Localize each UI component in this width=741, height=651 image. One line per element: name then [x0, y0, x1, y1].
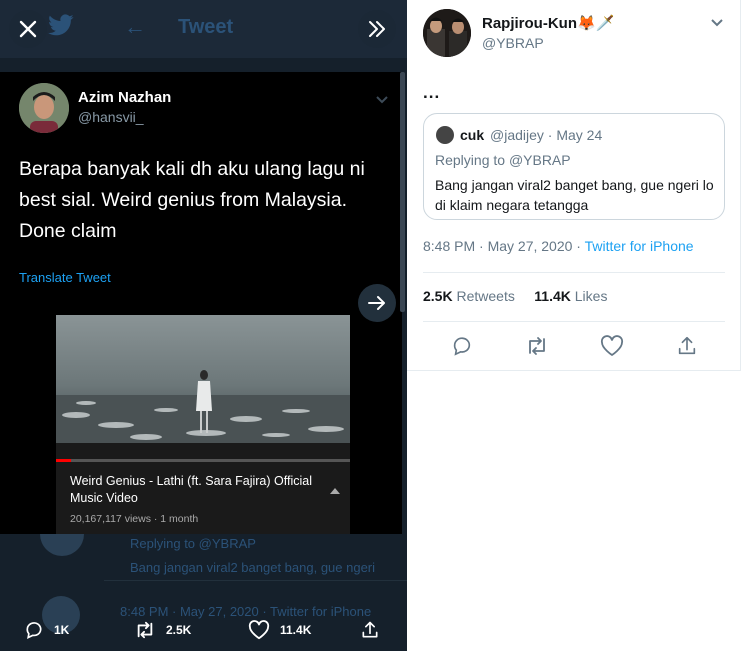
share-icon: [362, 621, 378, 638]
tweet-timestamp: 8:48 PM · May 27, 2020 · Twitter for iPh…: [423, 238, 694, 254]
retweets-stat[interactable]: 2.5K Retweets: [423, 288, 515, 304]
avatar[interactable]: [423, 9, 471, 57]
expand-panel-button[interactable]: [358, 10, 396, 48]
translate-tweet-link[interactable]: Translate Tweet: [19, 270, 111, 285]
tweet-source-link[interactable]: Twitter for iPhone: [585, 238, 694, 254]
tweet-author-name[interactable]: Rapjirou-Kun🦊🗡️: [482, 14, 614, 32]
tweet-author-handle[interactable]: @hansvii_: [78, 109, 144, 125]
reply-icon: [453, 337, 471, 356]
heart-icon: [600, 335, 624, 356]
tweet-action-bar: [407, 335, 741, 359]
retweet-icon: [137, 621, 153, 639]
twitter-bird-icon: [46, 12, 76, 45]
background-divider: [104, 580, 407, 581]
retweet-count: 2.5K: [166, 623, 192, 637]
divider: [423, 321, 725, 322]
video-view-count: 20,167,117 views · 1 month: [70, 513, 199, 525]
reply-count: 1K: [54, 623, 70, 637]
tweet-author-name[interactable]: Azim Nazhan: [78, 89, 171, 106]
reply-button[interactable]: 1K: [24, 620, 69, 640]
caret-up-icon[interactable]: [330, 481, 340, 499]
double-chevron-right-icon: [369, 21, 385, 37]
background-reply-text: Bang jangan viral2 banget bang, gue nger…: [130, 560, 376, 575]
like-button[interactable]: [600, 335, 624, 362]
divider: [423, 272, 725, 273]
scrollbar[interactable]: [400, 72, 405, 312]
chevron-down-icon[interactable]: [375, 92, 389, 110]
like-count: 11.4K: [280, 623, 312, 637]
heart-icon: [248, 620, 270, 640]
embedded-tweet-card: Azim Nazhan @hansvii_ Berapa banyak kali…: [0, 72, 402, 534]
arrow-right-icon: [368, 296, 385, 310]
video-embed[interactable]: Weird Genius - Lathi (ft. Sara Fajira) O…: [56, 315, 350, 534]
share-button[interactable]: [676, 335, 698, 362]
quoted-author-handle-date: @jadijey · May 24: [490, 127, 603, 143]
replying-to: Replying to @YBRAP: [435, 152, 571, 168]
video-progress-fill: [56, 459, 71, 462]
avatar[interactable]: [19, 83, 69, 133]
close-icon: [19, 20, 37, 38]
video-thumbnail[interactable]: [56, 315, 350, 443]
tweet-author-handle[interactable]: @YBRAP: [482, 35, 544, 51]
quoted-author-name: cuk: [460, 127, 485, 143]
tweet-text: ...: [423, 83, 441, 102]
video-title[interactable]: Weird Genius - Lathi (ft. Sara Fajira) O…: [70, 473, 320, 507]
media-action-bar: 1K 2.5K 11.4K: [0, 608, 407, 651]
close-button[interactable]: [9, 10, 47, 48]
media-viewer: ← Tweet Replying to @YBRAP Bang jangan v…: [0, 0, 407, 651]
video-progress-bar[interactable]: [56, 459, 350, 462]
background-reply-to: Replying to @YBRAP: [130, 536, 256, 551]
background-page-title: Tweet: [178, 16, 234, 38]
quoted-tweet[interactable]: cuk @jadijey · May 24 Replying to @YBRAP…: [423, 113, 725, 220]
share-button[interactable]: [360, 620, 380, 640]
reply-icon: [26, 622, 42, 639]
replying-to-handle[interactable]: @YBRAP: [509, 152, 571, 168]
retweet-icon: [529, 337, 545, 355]
likes-stat[interactable]: 11.4K Likes: [534, 288, 607, 304]
tweet-detail-panel: Rapjirou-Kun🦊🗡️ @YBRAP ... cuk @jadijey …: [407, 0, 741, 371]
author-emoji: 🦊🗡️: [577, 15, 615, 32]
retweet-button[interactable]: 2.5K: [134, 620, 191, 640]
retweet-button[interactable]: [525, 335, 549, 362]
tweet-text: Berapa banyak kali dh aku ulang lagu ni …: [19, 158, 365, 242]
tweet-stats: 2.5K Retweets 11.4K Likes: [423, 288, 607, 304]
share-icon: [678, 336, 696, 355]
avatar: [436, 126, 454, 144]
chevron-down-icon[interactable]: [710, 15, 724, 33]
next-media-button[interactable]: [358, 284, 396, 322]
background-header: ← Tweet: [0, 0, 407, 58]
like-button[interactable]: 11.4K: [248, 620, 311, 640]
reply-button[interactable]: [451, 335, 473, 362]
quoted-tweet-text: Bang jangan viral2 banget bang, gue nger…: [435, 177, 714, 213]
back-arrow-icon: ←: [124, 14, 146, 39]
